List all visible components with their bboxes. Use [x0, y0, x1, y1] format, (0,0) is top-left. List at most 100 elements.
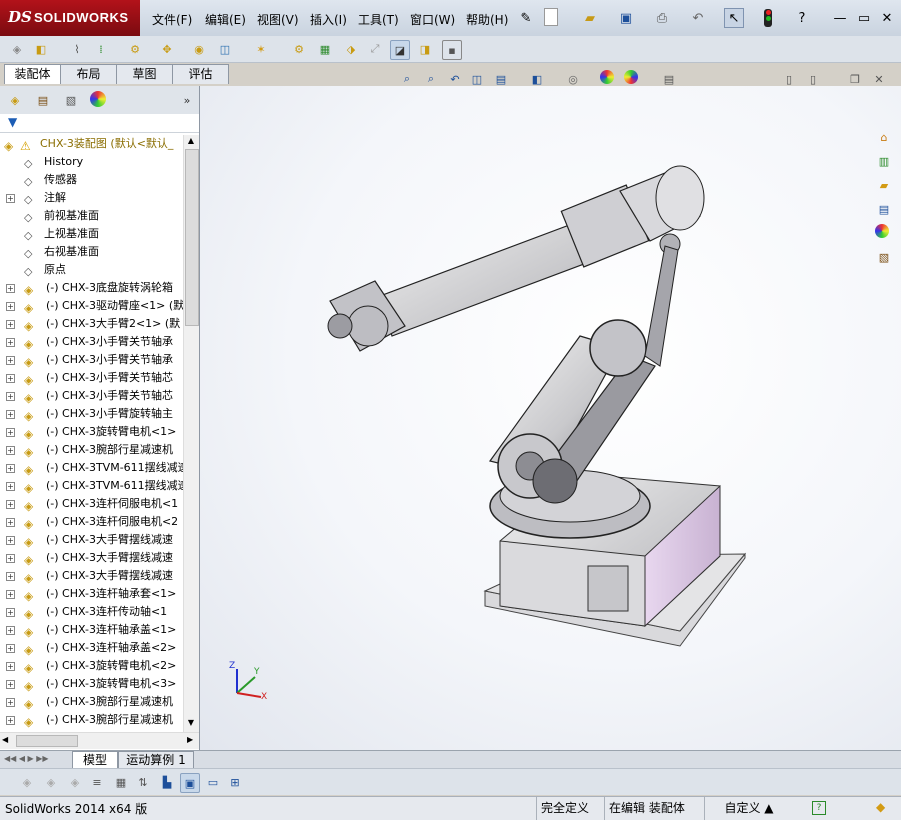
grid-view-icon[interactable]: ▦	[112, 773, 130, 791]
tree-part-item[interactable]: + ◈ (-) CHX-3连杆伺服电机<1	[0, 495, 183, 513]
robot-arm-model[interactable]	[200, 86, 901, 750]
tree-part-item[interactable]: + ◈ (-) CHX-3小手臂关节轴芯	[0, 387, 183, 405]
print-icon[interactable]: ⎙	[652, 8, 672, 28]
tree-part-item[interactable]: + ◈ (-) CHX-3连杆伺服电机<2	[0, 513, 183, 531]
expand-icon[interactable]: +	[6, 518, 15, 527]
sort-icon[interactable]: ⇅	[134, 773, 152, 791]
expand-icon[interactable]: +	[6, 644, 15, 653]
tree-part-item[interactable]: + ◈ (-) CHX-3腕部行星减速机	[0, 693, 183, 711]
expand-icon[interactable]: +	[6, 320, 15, 329]
tree-item[interactable]: ◇ 右视基准面	[0, 243, 183, 261]
pin-icon[interactable]: ✎	[516, 8, 536, 28]
rebuild-traffic-light-icon[interactable]	[764, 9, 772, 27]
expand-icon[interactable]: +	[6, 302, 15, 311]
tree-item[interactable]: ◇ History	[0, 153, 183, 171]
menu-file[interactable]: 文件(F)	[152, 11, 192, 28]
display-manager-icon[interactable]	[90, 91, 106, 107]
two-view-icon[interactable]: ▭	[204, 773, 222, 791]
assembly-features-icon[interactable]: ◫	[216, 40, 234, 58]
appearances-icon[interactable]	[875, 224, 889, 238]
tree-part-item[interactable]: + ◈ (-) CHX-3TVM-611摆线减速	[0, 477, 183, 495]
expand-icon[interactable]: +	[6, 374, 15, 383]
tree-part-item[interactable]: + ◈ (-) CHX-3旋转臂电机<2>	[0, 657, 183, 675]
tree-part-item[interactable]: + ◈ (-) CHX-3小手臂关节轴芯	[0, 369, 183, 387]
expand-icon[interactable]: +	[6, 680, 15, 689]
move-component-icon[interactable]: ✥	[158, 40, 176, 58]
tree-part-item[interactable]: + ◈ (-) CHX-3连杆轴承套<1>	[0, 585, 183, 603]
tree-item[interactable]: + ◇ 注解	[0, 189, 183, 207]
tree-part-item[interactable]: + ◈ (-) CHX-3TVM-611摆线减速	[0, 459, 183, 477]
expand-icon[interactable]: +	[6, 410, 15, 419]
tree-part-item[interactable]: + ◈ (-) CHX-3小手臂关节轴承	[0, 351, 183, 369]
tag-icon[interactable]: ◆	[876, 800, 885, 814]
menu-insert[interactable]: 插入(I)	[310, 11, 347, 28]
explode-line-sketch-icon[interactable]: ⤢	[366, 40, 384, 58]
tree-item[interactable]: ◇ 前视基准面	[0, 207, 183, 225]
property-manager-icon[interactable]: ▤	[34, 91, 52, 109]
expand-icon[interactable]: +	[6, 446, 15, 455]
disabled-tool-2-icon[interactable]: ◈	[42, 773, 60, 791]
disabled-tool-1-icon[interactable]: ◈	[18, 773, 36, 791]
chart-icon[interactable]: ▙	[158, 773, 176, 791]
minimize-icon[interactable]: —	[830, 8, 850, 28]
expand-icon[interactable]: +	[6, 716, 15, 725]
view-palette-icon[interactable]: ▤	[875, 200, 893, 218]
mate-icon[interactable]: ⌇	[68, 40, 86, 58]
edit-component-icon[interactable]: ◈	[8, 40, 26, 58]
tree-part-item[interactable]: + ◈ (-) CHX-3小手臂关节轴承	[0, 333, 183, 351]
expand-icon[interactable]: +	[6, 392, 15, 401]
help-question-icon[interactable]: ?	[792, 8, 812, 28]
bill-of-materials-icon[interactable]: ▦	[316, 40, 334, 58]
smart-fasteners-icon[interactable]: ⚙	[126, 40, 144, 58]
tree-part-item[interactable]: + ◈ (-) CHX-3连杆传动轴<1	[0, 603, 183, 621]
tab-sketch[interactable]: 草图	[116, 64, 173, 84]
tree-part-item[interactable]: + ◈ (-) CHX-3连杆轴承盖<1>	[0, 621, 183, 639]
design-library-icon[interactable]: ▥	[875, 152, 893, 170]
reference-geometry-icon[interactable]: ✶	[252, 40, 270, 58]
expand-icon[interactable]: +	[6, 464, 15, 473]
expand-icon[interactable]: +	[6, 482, 15, 491]
save-icon[interactable]: ▣	[616, 8, 636, 28]
expand-icon[interactable]: +	[6, 698, 15, 707]
tab-evaluate[interactable]: 评估	[172, 64, 229, 84]
tree-part-item[interactable]: + ◈ (-) CHX-3旋转臂电机<1>	[0, 423, 183, 441]
tree-part-item[interactable]: + ◈ (-) CHX-3底盘旋转涡轮箱	[0, 279, 183, 297]
list-view-icon[interactable]: ≡	[88, 773, 106, 791]
instant3d-icon[interactable]: ▪	[442, 40, 462, 60]
tree-part-item[interactable]: + ◈ (-) CHX-3大手臂2<1> (默	[0, 315, 183, 333]
tree-item[interactable]: ◇ 传感器	[0, 171, 183, 189]
tree-part-item[interactable]: + ◈ (-) CHX-3旋转臂电机<3>	[0, 675, 183, 693]
single-view-icon[interactable]: ▣	[180, 773, 200, 793]
tree-part-item[interactable]: + ◈ (-) CHX-3大手臂摆线减速	[0, 531, 183, 549]
tree-part-item[interactable]: + ◈ (-) CHX-3腕部行星减速机	[0, 441, 183, 459]
file-explorer-icon[interactable]: ▰	[875, 176, 893, 194]
tree-part-item[interactable]: + ◈ (-) CHX-3大手臂摆线减速	[0, 549, 183, 567]
tab-scroll-icons[interactable]: ◀◀ ◀ ▶ ▶▶	[4, 754, 49, 763]
tree-part-item[interactable]: + ◈ (-) CHX-3连杆轴承盖<2>	[0, 639, 183, 657]
graphics-area[interactable]: ⌕ ⌕ ↶ ◫ ▤ ◧ ◎ ▤ ▯ ▯ ❐ ✕ Z Y X	[200, 70, 901, 750]
tree-horizontal-scrollbar[interactable]: ◀ ▶	[0, 732, 199, 749]
hscroll-thumb[interactable]	[16, 735, 78, 747]
expand-icon[interactable]: +	[6, 536, 15, 545]
configuration-manager-icon[interactable]: ▧	[62, 91, 80, 109]
expand-icon[interactable]: +	[6, 194, 15, 203]
tree-part-item[interactable]: + ◈ (-) CHX-3大手臂摆线减速	[0, 567, 183, 585]
quick-tips-icon[interactable]: ?	[812, 801, 826, 815]
undo-icon[interactable]: ↶	[688, 8, 708, 28]
tree-item[interactable]: ◇ 原点	[0, 261, 183, 279]
expand-icon[interactable]: +	[6, 662, 15, 671]
menu-window[interactable]: 窗口(W)	[410, 11, 455, 28]
open-folder-icon[interactable]: ▰	[580, 8, 600, 28]
expand-icon[interactable]: +	[6, 500, 15, 509]
scroll-thumb[interactable]	[185, 149, 199, 326]
expand-panel-icon[interactable]: »	[178, 91, 196, 109]
tree-root[interactable]: ◈ ⚠ CHX-3装配图 (默认<默认_	[0, 135, 183, 153]
expand-icon[interactable]: +	[6, 428, 15, 437]
clearance-verification-icon[interactable]: ◨	[416, 40, 434, 58]
tree-part-item[interactable]: + ◈ (-) CHX-3腕部行星减速机	[0, 711, 183, 729]
expand-icon[interactable]: +	[6, 554, 15, 563]
solidworks-logo[interactable]: DS SOLIDWORKS	[0, 0, 140, 36]
home-icon[interactable]: ⌂	[875, 128, 893, 146]
linear-pattern-icon[interactable]: ⁞	[92, 40, 110, 58]
expand-icon[interactable]: +	[6, 356, 15, 365]
